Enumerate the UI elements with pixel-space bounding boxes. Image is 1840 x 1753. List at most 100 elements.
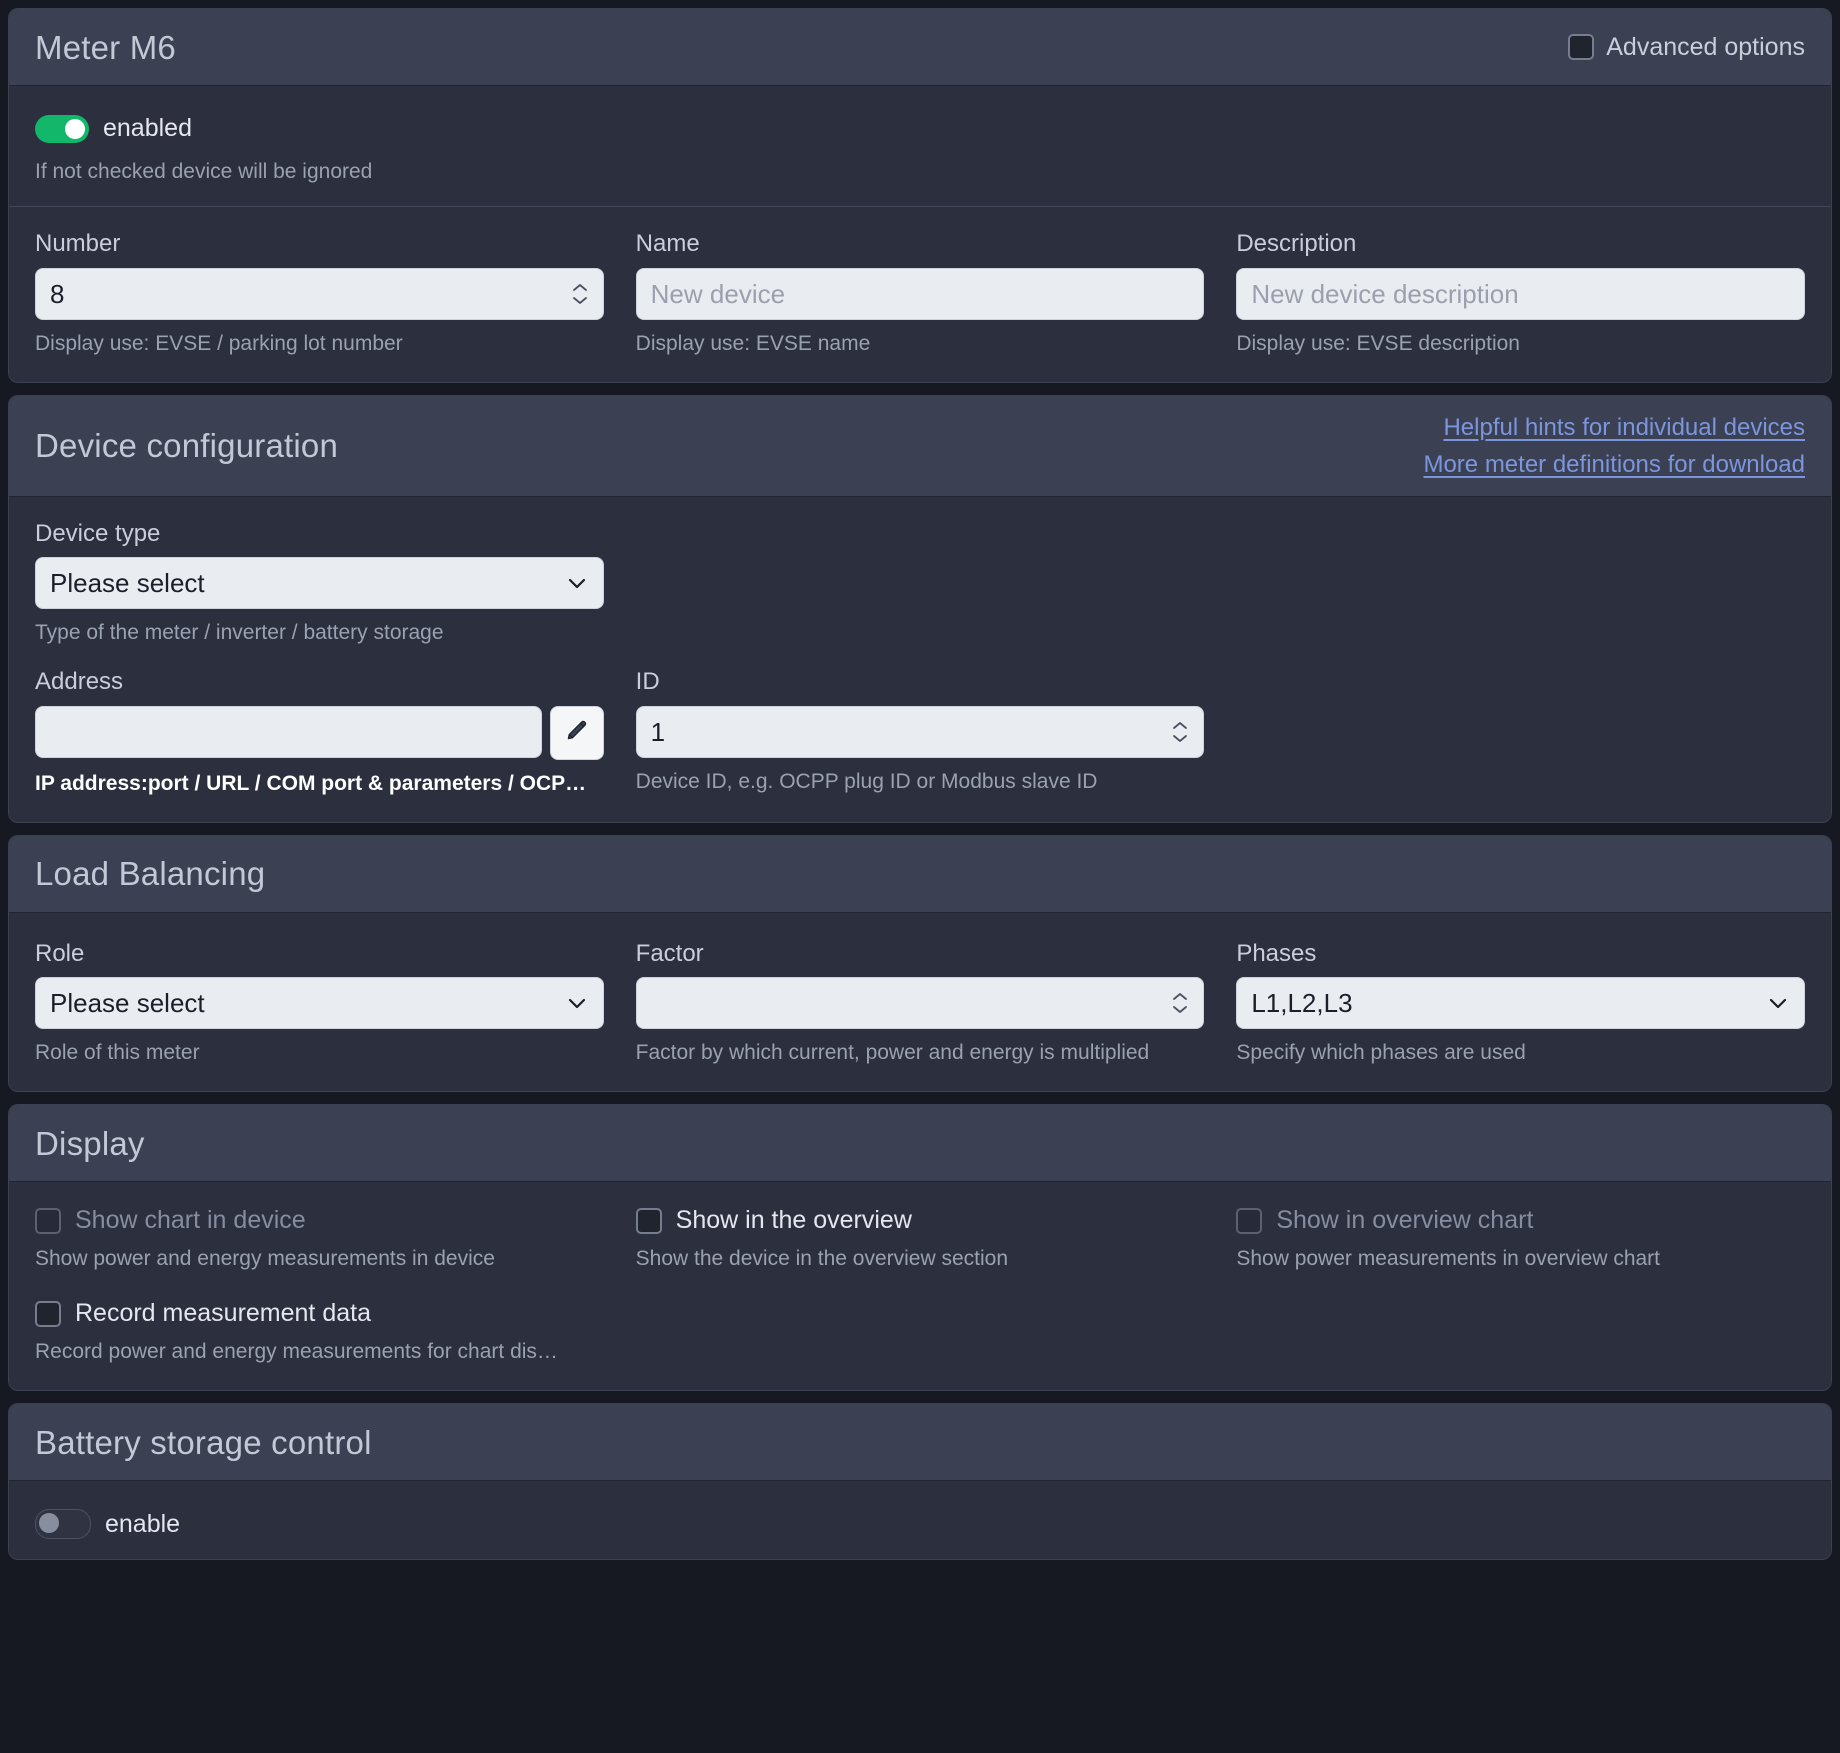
device-type-select[interactable]: Please select xyxy=(35,557,604,609)
display-option-show-in-the-overview: Show in the overview Show the device in … xyxy=(636,1206,1205,1271)
device-id-field-group: ID 1 Device ID, e.g. OCPP plug ID or Mod… xyxy=(636,669,1205,796)
address-field-group: Address xyxy=(35,669,604,796)
device-type-value: Please select xyxy=(50,570,565,596)
device-configuration-links: Helpful hints for individual devices Mor… xyxy=(1423,412,1805,480)
load-balancing-card: Load Balancing Role Please select Role o… xyxy=(8,835,1832,1093)
role-hint: Role of this meter xyxy=(35,1041,604,1065)
address-edit-button[interactable] xyxy=(550,706,604,760)
chevron-down-icon[interactable] xyxy=(565,571,589,595)
show-in-overview-chart-checkbox[interactable] xyxy=(1236,1208,1262,1234)
helpful-hints-link[interactable]: Helpful hints for individual devices xyxy=(1443,412,1805,443)
advanced-options-label: Advanced options xyxy=(1606,33,1805,62)
display-title: Display xyxy=(35,1127,145,1160)
meter-config-page: Meter M6 Advanced options enabled If not… xyxy=(0,0,1840,1753)
name-hint: Display use: EVSE name xyxy=(636,332,1205,356)
number-value: 8 xyxy=(50,281,571,307)
device-type-label: Device type xyxy=(35,521,604,547)
number-field-group: Number 8 Display use: EVSE / parking lot… xyxy=(35,231,604,356)
enabled-label: enabled xyxy=(103,114,192,143)
description-placeholder: New device description xyxy=(1251,281,1790,307)
enabled-switch[interactable] xyxy=(35,115,89,143)
identity-fields-row: Number 8 Display use: EVSE / parking lot… xyxy=(35,231,1805,356)
number-stepper[interactable] xyxy=(571,279,589,309)
show-in-overview-chart-label: Show in overview chart xyxy=(1276,1206,1533,1235)
battery-enable-toggle-row[interactable]: enable xyxy=(35,1509,1805,1539)
phases-label: Phases xyxy=(1236,941,1805,967)
show-in-the-overview-checkbox[interactable] xyxy=(636,1208,662,1234)
display-header: Display xyxy=(9,1105,1831,1182)
phases-select[interactable]: L1,L2,L3 xyxy=(1236,977,1805,1029)
pencil-icon xyxy=(564,717,590,748)
address-row-spacer xyxy=(1236,669,1805,796)
factor-field-group: Factor Factor by which current, power an… xyxy=(636,941,1205,1066)
load-balancing-header: Load Balancing xyxy=(9,836,1831,913)
show-in-the-overview-row[interactable]: Show in the overview xyxy=(636,1206,1205,1235)
load-balancing-body: Role Please select Role of this meter Fa… xyxy=(9,913,1831,1092)
display-option-record-measurement-data: Record measurement data Record power and… xyxy=(35,1299,604,1364)
name-input[interactable]: New device xyxy=(636,268,1205,320)
meter-card-header: Meter M6 Advanced options xyxy=(9,9,1831,86)
description-hint: Display use: EVSE description xyxy=(1236,332,1805,356)
battery-enable-switch[interactable] xyxy=(35,1509,91,1539)
device-id-input[interactable]: 1 xyxy=(636,706,1205,758)
role-select[interactable]: Please select xyxy=(35,977,604,1029)
factor-input[interactable] xyxy=(636,977,1205,1029)
show-chart-in-device-row[interactable]: Show chart in device xyxy=(35,1206,604,1235)
display-card: Display Show chart in device Show power … xyxy=(8,1104,1832,1391)
address-input-wrapper xyxy=(35,706,604,760)
show-in-overview-chart-row[interactable]: Show in overview chart xyxy=(1236,1206,1805,1235)
device-configuration-header: Device configuration Helpful hints for i… xyxy=(9,396,1831,497)
load-balancing-fields-row: Role Please select Role of this meter Fa… xyxy=(35,941,1805,1066)
phases-value: L1,L2,L3 xyxy=(1251,990,1766,1016)
show-chart-in-device-label: Show chart in device xyxy=(75,1206,306,1235)
factor-label: Factor xyxy=(636,941,1205,967)
role-value: Please select xyxy=(50,990,565,1016)
enabled-helper-text: If not checked device will be ignored xyxy=(35,159,1805,184)
factor-stepper[interactable] xyxy=(1171,988,1189,1018)
section-divider xyxy=(9,206,1831,207)
address-input[interactable] xyxy=(35,706,542,758)
battery-storage-control-header: Battery storage control xyxy=(9,1404,1831,1481)
device-id-stepper[interactable] xyxy=(1171,717,1189,747)
battery-storage-control-title: Battery storage control xyxy=(35,1426,372,1459)
page-title: Meter M6 xyxy=(35,31,176,64)
meter-card: Meter M6 Advanced options enabled If not… xyxy=(8,8,1832,383)
display-option-show-chart-in-device: Show chart in device Show power and ener… xyxy=(35,1206,604,1271)
phases-field-group: Phases L1,L2,L3 Specify which phases are… xyxy=(1236,941,1805,1066)
name-field-group: Name New device Display use: EVSE name xyxy=(636,231,1205,356)
show-chart-in-device-hint: Show power and energy measurements in de… xyxy=(35,1247,604,1271)
address-hint: IP address:port / URL / COM port & param… xyxy=(35,772,604,796)
device-id-value: 1 xyxy=(651,719,1172,745)
load-balancing-title: Load Balancing xyxy=(35,857,265,890)
chevron-down-icon[interactable] xyxy=(1766,991,1790,1015)
enabled-toggle-row[interactable]: enabled xyxy=(35,114,1805,143)
display-body: Show chart in device Show power and ener… xyxy=(9,1182,1831,1390)
description-field-group: Description New device description Displ… xyxy=(1236,231,1805,356)
device-id-label: ID xyxy=(636,669,1205,695)
show-in-the-overview-label: Show in the overview xyxy=(676,1206,912,1235)
device-type-hint: Type of the meter / inverter / battery s… xyxy=(35,621,604,645)
name-placeholder: New device xyxy=(651,281,1190,307)
more-meter-definitions-link[interactable]: More meter definitions for download xyxy=(1423,449,1805,480)
address-label: Address xyxy=(35,669,604,695)
device-configuration-card: Device configuration Helpful hints for i… xyxy=(8,395,1832,823)
advanced-options-toggle[interactable]: Advanced options xyxy=(1568,33,1805,62)
number-input[interactable]: 8 xyxy=(35,268,604,320)
show-in-the-overview-hint: Show the device in the overview section xyxy=(636,1247,1205,1271)
show-chart-in-device-checkbox[interactable] xyxy=(35,1208,61,1234)
record-measurement-data-row[interactable]: Record measurement data xyxy=(35,1299,604,1328)
device-id-hint: Device ID, e.g. OCPP plug ID or Modbus s… xyxy=(636,770,1205,794)
record-measurement-data-hint: Record power and energy measurements for… xyxy=(35,1340,604,1364)
meter-card-body: enabled If not checked device will be ig… xyxy=(9,86,1831,382)
record-measurement-data-checkbox[interactable] xyxy=(35,1301,61,1327)
display-option-show-in-overview-chart: Show in overview chart Show power measur… xyxy=(1236,1206,1805,1271)
description-input[interactable]: New device description xyxy=(1236,268,1805,320)
display-options-grid: Show chart in device Show power and ener… xyxy=(35,1206,1805,1364)
chevron-down-icon[interactable] xyxy=(565,991,589,1015)
name-label: Name xyxy=(636,231,1205,257)
battery-enable-label: enable xyxy=(105,1510,180,1539)
address-id-row: Address xyxy=(35,669,1805,796)
factor-hint: Factor by which current, power and energ… xyxy=(636,1041,1205,1065)
advanced-options-checkbox[interactable] xyxy=(1568,34,1594,60)
description-label: Description xyxy=(1236,231,1805,257)
